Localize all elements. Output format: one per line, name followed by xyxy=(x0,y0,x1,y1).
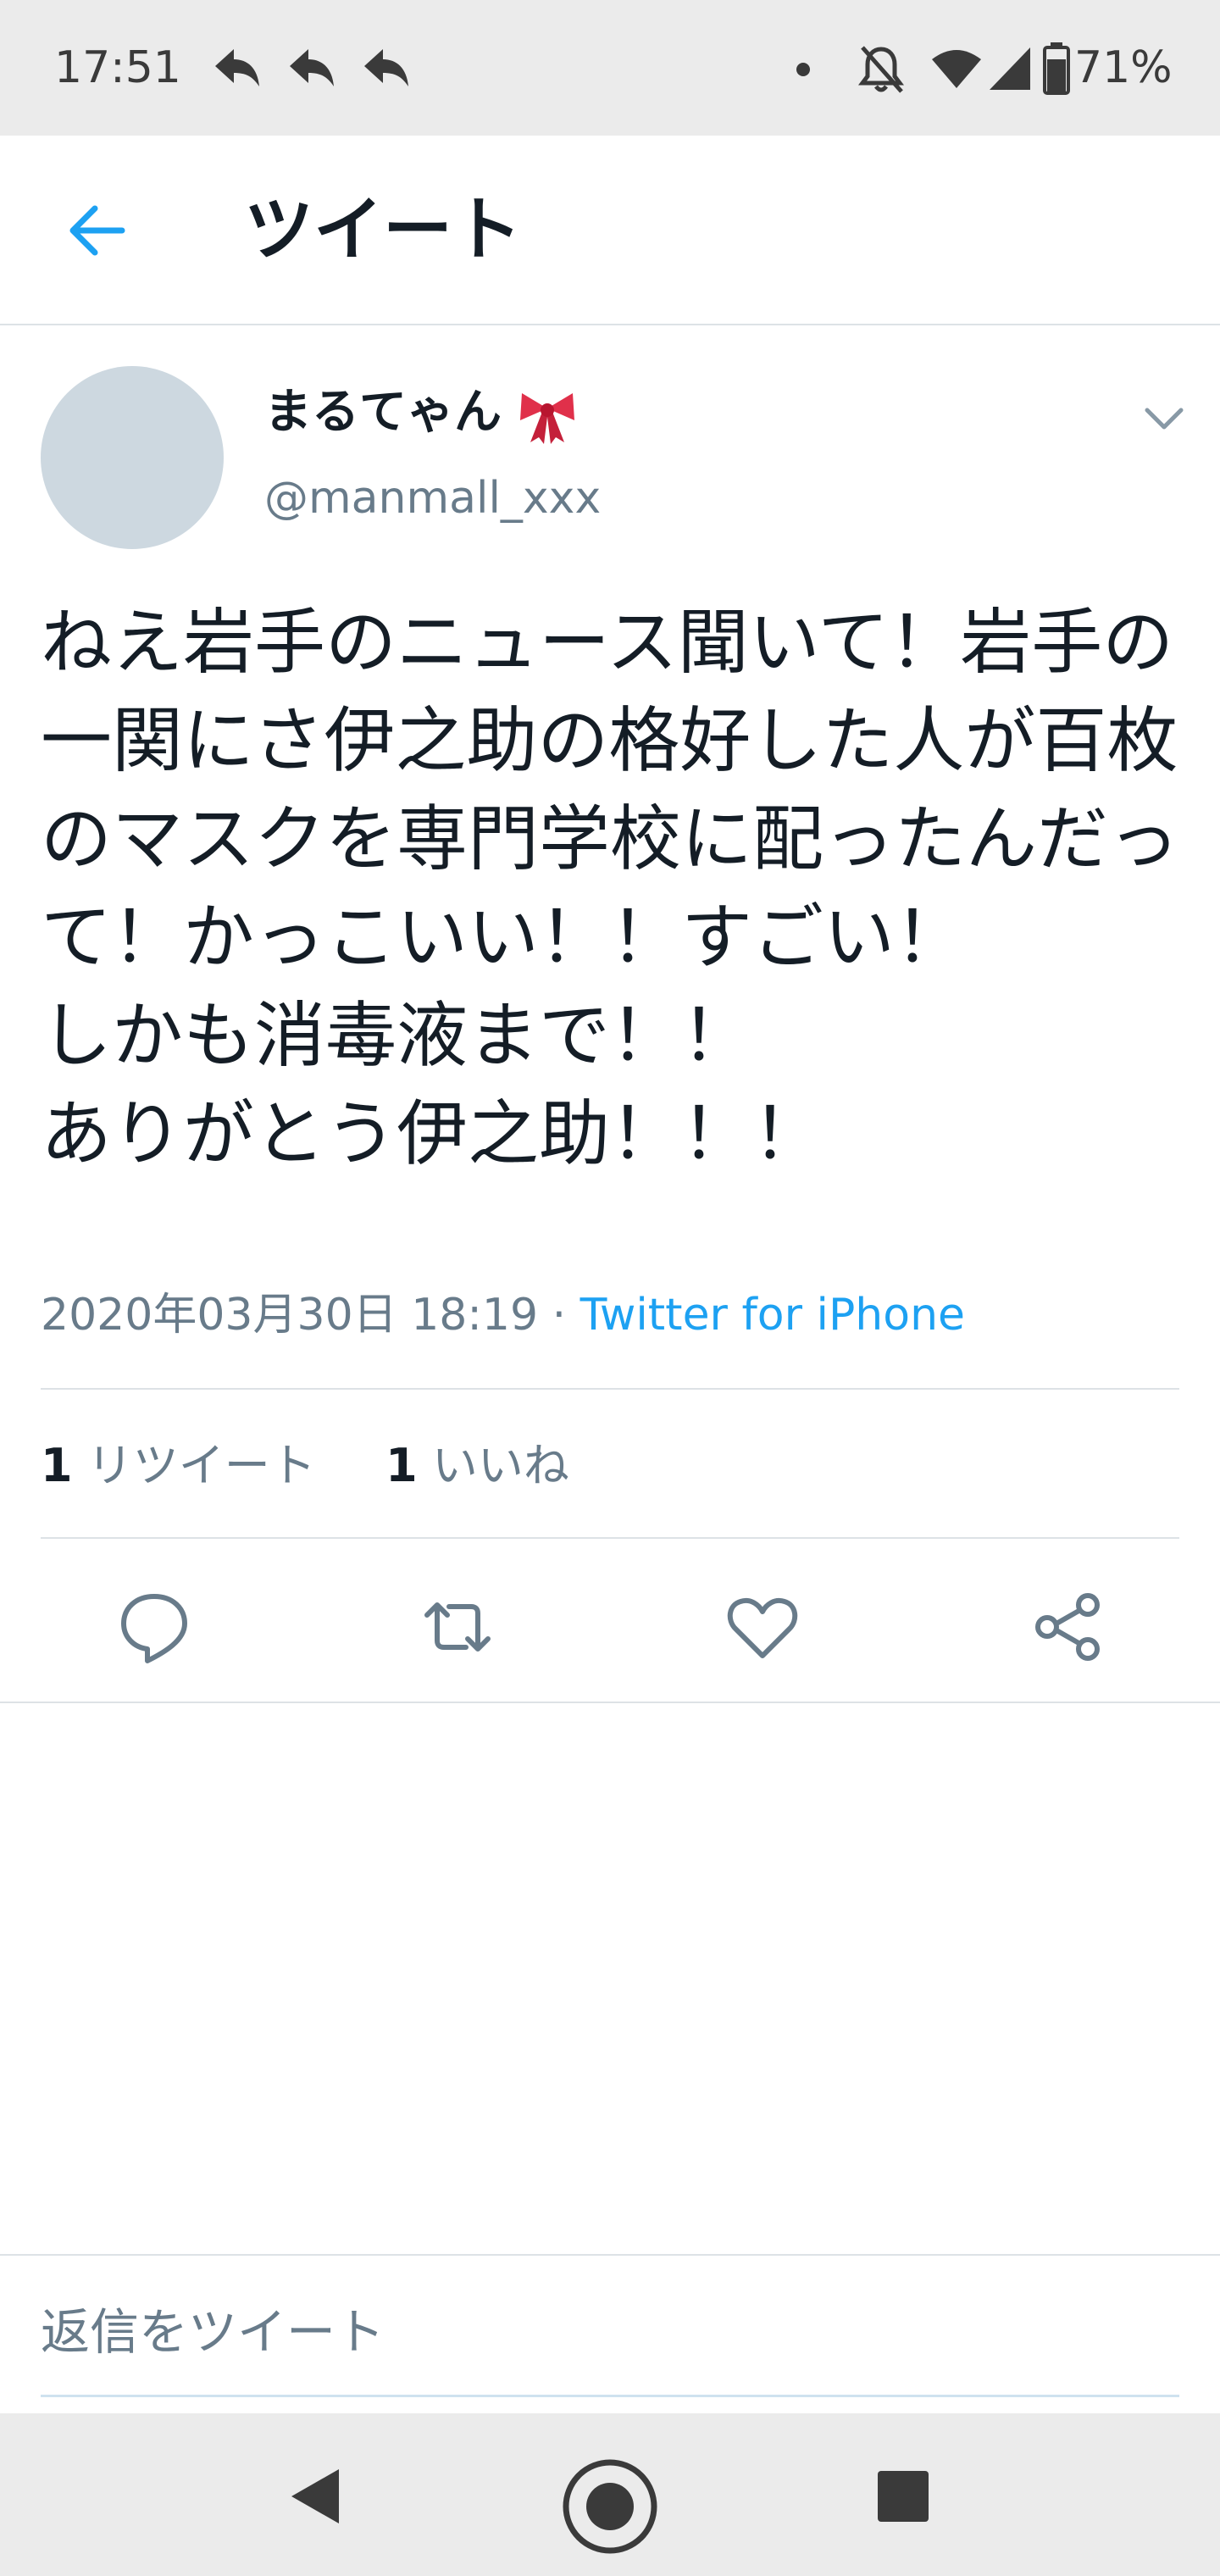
dot-icon xyxy=(796,63,810,76)
retweet-count: 1 xyxy=(41,1439,73,1492)
display-name[interactable]: まるてゃん xyxy=(264,383,502,442)
reply-arrow-icon xyxy=(290,49,334,86)
avatar[interactable] xyxy=(41,366,224,549)
retweet-stat[interactable]: 1 リツイート xyxy=(41,1439,330,1492)
reply-arrow-icon xyxy=(364,49,408,86)
battery-icon xyxy=(1043,42,1070,95)
notifications-off-icon xyxy=(858,46,904,93)
back-arrow-icon[interactable] xyxy=(51,186,139,275)
home-circle-icon[interactable] xyxy=(561,2457,659,2556)
status-bar: 17:51 71% xyxy=(0,0,1220,136)
back-triangle-icon[interactable] xyxy=(286,2464,346,2529)
retweet-icon[interactable] xyxy=(415,1585,500,1669)
divider xyxy=(41,1388,1179,1390)
divider xyxy=(41,1537,1179,1539)
divider xyxy=(0,1702,1220,1703)
wifi-icon xyxy=(932,50,981,88)
status-time: 17:51 xyxy=(54,42,181,93)
tweet-text: ねえ岩手のニュース聞いて！岩手の一関にさ伊之助の格好した人が百枚のマスクを専門学… xyxy=(41,601,1180,1175)
signal-icon xyxy=(990,47,1030,90)
reply-arrow-icon xyxy=(215,49,259,86)
ribbon-icon xyxy=(520,393,574,444)
recents-square-icon[interactable] xyxy=(876,2469,930,2523)
chevron-down-icon[interactable] xyxy=(1140,395,1188,442)
like-count: 1 xyxy=(385,1439,418,1492)
tweet-source[interactable]: Twitter for iPhone xyxy=(580,1290,965,1341)
reply-underline xyxy=(41,2395,1179,2397)
tweet-meta: 2020年03月30日 18:19 · Twitter for iPhone xyxy=(41,1281,965,1349)
battery-percentage: 71% xyxy=(1074,42,1173,93)
retweet-label: リツイート xyxy=(86,1439,316,1492)
meta-separator: · xyxy=(552,1290,567,1341)
navigation-bar xyxy=(0,2413,1220,2576)
stats-row: 1 リツイート 1 いいね xyxy=(41,1432,569,1500)
page-title: ツイート xyxy=(244,190,523,270)
divider xyxy=(0,2254,1220,2256)
reply-icon[interactable] xyxy=(112,1585,197,1669)
tweet-timestamp: 2020年03月30日 18:19 xyxy=(41,1290,539,1341)
reply-input[interactable]: 返信をツイート xyxy=(41,2298,385,2366)
like-icon[interactable] xyxy=(720,1585,805,1669)
app-header: ツイート xyxy=(0,136,1220,325)
share-icon[interactable] xyxy=(1025,1585,1110,1669)
like-label: いいね xyxy=(431,1439,569,1492)
username[interactable]: @manmall_xxx xyxy=(264,471,601,525)
like-stat[interactable]: 1 いいね xyxy=(385,1439,569,1492)
